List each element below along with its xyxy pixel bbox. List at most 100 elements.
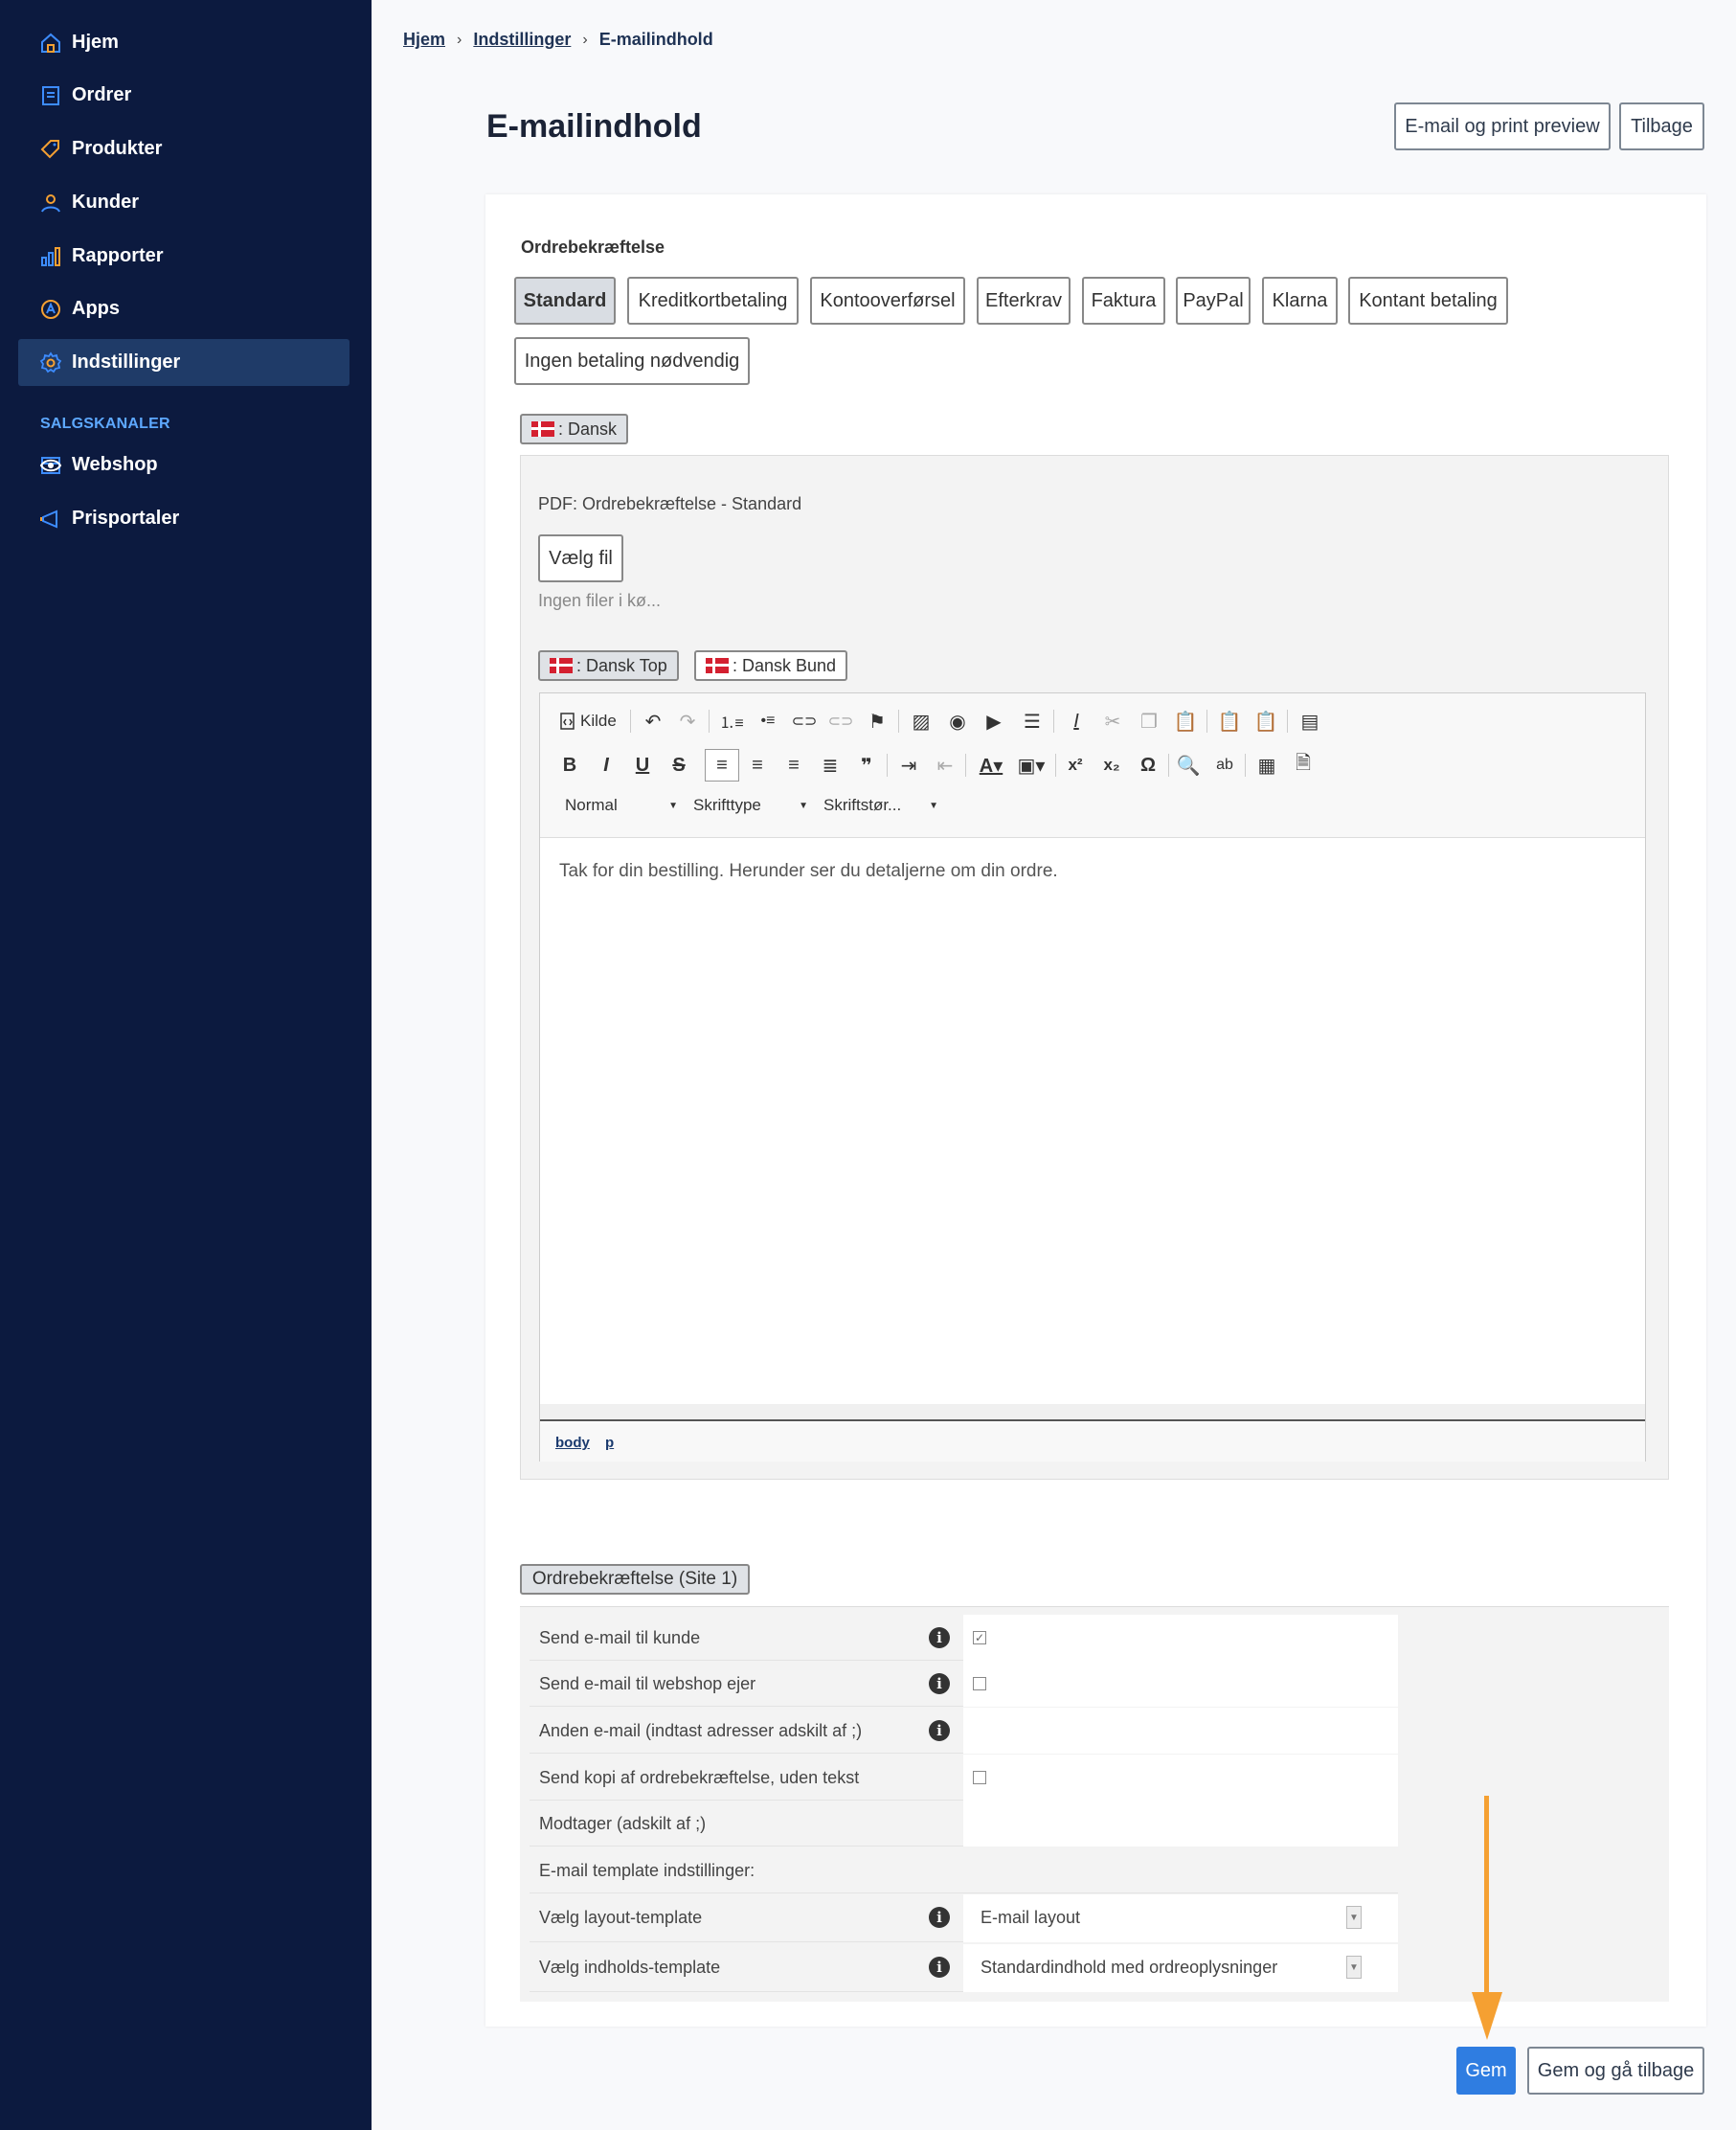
- sidebar-item-apps[interactable]: Apps: [18, 285, 349, 332]
- editor-path-bar: body p: [540, 1423, 1645, 1462]
- save-button[interactable]: Gem: [1456, 2047, 1516, 2095]
- replace-icon[interactable]: ab: [1212, 751, 1237, 780]
- source-button[interactable]: Kilde: [559, 707, 617, 736]
- info-icon[interactable]: i: [929, 1957, 950, 1978]
- tab-faktura[interactable]: Faktura: [1082, 277, 1165, 325]
- text-color-icon[interactable]: A▾: [975, 751, 1007, 780]
- tab-dansk-top[interactable]: : Dansk Top: [538, 650, 679, 681]
- paste-text-icon[interactable]: 📋: [1216, 707, 1243, 736]
- group-title: Ordrebekræftelse: [521, 238, 665, 257]
- editor-scrollbar[interactable]: [540, 1404, 1645, 1421]
- orange-arrow-head: [1472, 1992, 1502, 2040]
- layout-template-select[interactable]: E-mail layout ▼: [971, 1900, 1362, 1935]
- undo-icon[interactable]: ↶: [640, 707, 666, 736]
- pdf-label: PDF: Ordrebekræftelse - Standard: [538, 494, 802, 513]
- sidebar-item-reports[interactable]: Rapporter: [18, 233, 349, 280]
- youtube-icon[interactable]: ▶: [981, 707, 1007, 736]
- page-title: E-mailindhold: [486, 108, 702, 145]
- sidebar-item-home[interactable]: Hjem: [18, 19, 349, 66]
- field-label: Modtager (adskilt af ;): [539, 1814, 707, 1833]
- breadcrumb-settings[interactable]: Indstillinger: [473, 30, 571, 50]
- sidebar-item-products[interactable]: Produkter: [18, 125, 349, 172]
- tab-ingen-betaling[interactable]: Ingen betaling nødvendig: [514, 337, 750, 385]
- special-char-icon[interactable]: Ω: [1136, 751, 1161, 780]
- save-and-back-button[interactable]: Gem og gå tilbage: [1527, 2047, 1704, 2095]
- tab-dansk-bund[interactable]: : Dansk Bund: [694, 650, 848, 681]
- sidebar-item-orders[interactable]: Ordrer: [18, 72, 349, 119]
- back-button[interactable]: Tilbage: [1619, 102, 1704, 150]
- align-center-icon[interactable]: ≡: [745, 751, 770, 780]
- outdent-icon[interactable]: ⇤: [933, 751, 958, 780]
- info-icon[interactable]: i: [929, 1627, 950, 1648]
- tab-kreditkortbetaling[interactable]: Kreditkortbetaling: [627, 277, 799, 325]
- unlink-icon[interactable]: ⊂⊃: [827, 707, 854, 736]
- field-label: Send e-mail til webshop ejer: [539, 1674, 756, 1693]
- send-copy-checkbox[interactable]: [973, 1771, 986, 1784]
- receiver-input[interactable]: [963, 1801, 1398, 1847]
- tab-language-dansk[interactable]: : Dansk: [520, 414, 629, 444]
- format-combo[interactable]: Normal ▼: [565, 791, 678, 820]
- align-right-icon[interactable]: ≡: [781, 751, 806, 780]
- field-label: Send kopi af ordrebekræftelse, uden teks…: [539, 1768, 860, 1787]
- indent-icon[interactable]: ⇥: [896, 751, 921, 780]
- preview-icon[interactable]: ▤: [1296, 707, 1323, 736]
- flash-icon[interactable]: ◉: [944, 707, 971, 736]
- tab-efterkrav[interactable]: Efterkrav: [977, 277, 1071, 325]
- link-icon[interactable]: ⊂⊃: [791, 707, 818, 736]
- strikethrough-icon[interactable]: S: [666, 751, 691, 780]
- bulleted-list-icon[interactable]: •≡: [755, 707, 781, 736]
- editor-content[interactable]: Tak for din bestilling. Herunder ser du …: [559, 861, 1058, 882]
- paste-word-icon[interactable]: 📋: [1252, 707, 1279, 736]
- tab-paypal[interactable]: PayPal: [1176, 277, 1251, 325]
- font-combo[interactable]: Skrifttype ▼: [693, 791, 808, 820]
- tab-standard[interactable]: Standard: [514, 277, 616, 325]
- info-icon[interactable]: i: [929, 1907, 950, 1928]
- chevron-down-icon: ▼: [799, 800, 808, 811]
- cut-icon[interactable]: ✂: [1099, 707, 1126, 736]
- horizontal-rule-icon[interactable]: ☰: [1019, 707, 1046, 736]
- size-combo[interactable]: Skriftstør... ▼: [823, 791, 938, 820]
- sidebar-item-webshop[interactable]: Webshop: [18, 442, 349, 488]
- flag-icon[interactable]: ⚑: [864, 707, 891, 736]
- tab-kontant-betaling[interactable]: Kontant betaling: [1348, 277, 1508, 325]
- find-icon[interactable]: 🔍: [1176, 751, 1201, 780]
- remove-format-icon[interactable]: I: [1063, 707, 1090, 736]
- preview-button[interactable]: E-mail og print preview: [1394, 102, 1611, 150]
- breadcrumb-current: E-mailindhold: [598, 30, 713, 49]
- path-body[interactable]: body: [555, 1435, 590, 1451]
- send-customer-checkbox[interactable]: ✓: [973, 1631, 986, 1644]
- sidebar-item-settings[interactable]: Indstillinger: [18, 339, 349, 386]
- form-row-layout-template: Vælg layout-template i E-mail layout ▼: [530, 1894, 1398, 1942]
- blockquote-icon[interactable]: ❞: [854, 751, 879, 780]
- sidebar: Hjem Ordrer Produkter Kunder Rapporter A…: [0, 0, 372, 2130]
- align-left-icon[interactable]: ≡: [705, 749, 739, 782]
- send-owner-checkbox[interactable]: [973, 1677, 986, 1690]
- field-label: Send e-mail til kunde: [539, 1628, 701, 1647]
- table-icon[interactable]: ▦: [1254, 751, 1279, 780]
- sidebar-item-customers[interactable]: Kunder: [18, 179, 349, 226]
- content-template-select[interactable]: Standardindhold med ordreoplysninger ▼: [971, 1950, 1362, 1984]
- image-icon[interactable]: ▨: [908, 707, 935, 736]
- subscript-icon[interactable]: x₂: [1099, 751, 1124, 780]
- paste-icon[interactable]: 📋: [1172, 707, 1199, 736]
- path-p[interactable]: p: [605, 1435, 614, 1451]
- breadcrumb-home[interactable]: Hjem: [403, 30, 445, 50]
- info-icon[interactable]: i: [929, 1720, 950, 1741]
- sidebar-item-prisportaler[interactable]: Prisportaler: [18, 495, 349, 542]
- choose-file-button[interactable]: Vælg fil: [538, 534, 623, 582]
- bold-icon[interactable]: B: [557, 751, 582, 780]
- copy-icon[interactable]: ❐: [1136, 707, 1162, 736]
- tab-kontooverforsel[interactable]: Kontooverførsel: [810, 277, 965, 325]
- italic-icon[interactable]: I: [594, 751, 619, 780]
- tab-klarna[interactable]: Klarna: [1262, 277, 1338, 325]
- background-color-icon[interactable]: ▣▾: [1015, 751, 1048, 780]
- redo-icon[interactable]: ↷: [674, 707, 701, 736]
- underline-icon[interactable]: U: [630, 751, 655, 780]
- info-icon[interactable]: i: [929, 1673, 950, 1694]
- superscript-icon[interactable]: x²: [1063, 751, 1088, 780]
- page-break-icon[interactable]: 🗎: [1291, 751, 1316, 780]
- eye-icon[interactable]: [39, 454, 62, 477]
- other-email-input[interactable]: [963, 1708, 1398, 1754]
- justify-icon[interactable]: ≣: [818, 751, 843, 780]
- numbered-list-icon[interactable]: ⒈≡: [718, 707, 745, 736]
